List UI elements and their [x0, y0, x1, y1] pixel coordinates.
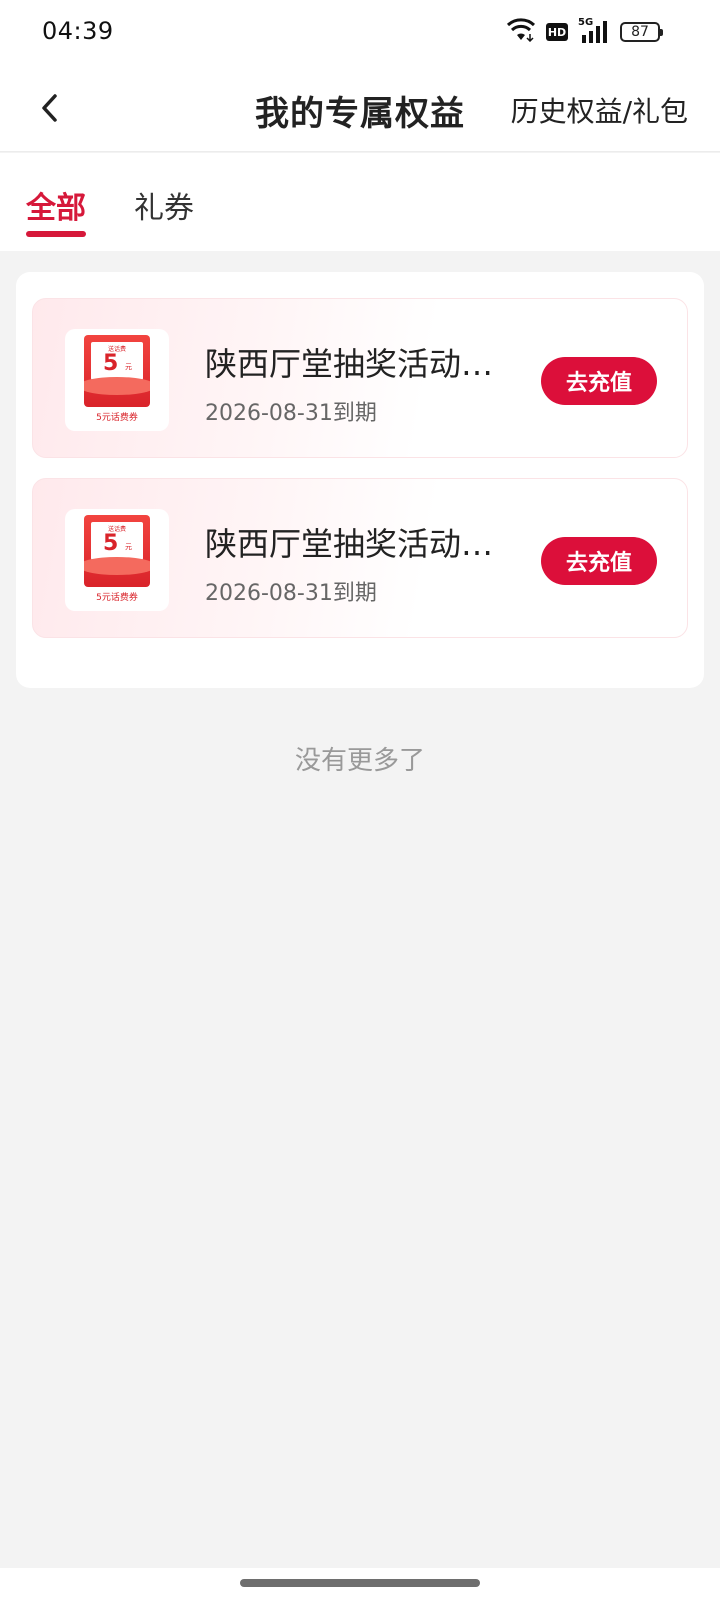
recharge-button[interactable]: 去充值	[541, 357, 657, 405]
thumb-unit: 元	[125, 363, 132, 371]
coupon-expiry: 2026-08-31到期	[205, 581, 377, 606]
signal-5g-icon: 5G	[578, 17, 610, 45]
coupon-thumbnail-panel: 送话费 5 元	[91, 522, 143, 560]
hd-icon: HD	[546, 23, 568, 41]
battery-icon: 87	[620, 22, 663, 42]
status-icons: HD 5G 87	[506, 17, 663, 46]
screen: 04:39 HD 5G 87 我的专属权益 历史权益/礼包 全部 礼券 送话费 …	[0, 0, 720, 1600]
thumb-unit: 元	[125, 543, 132, 551]
home-indicator[interactable]	[240, 1579, 480, 1587]
coupon-title: 陕西厅堂抽奖活动5元话费券	[205, 525, 505, 563]
end-of-list-text: 没有更多了	[294, 746, 425, 776]
coupon-list: 送话费 5 元 5元话费券 陕西厅堂抽奖活动5元话费券 2026-08-31到期…	[16, 272, 704, 688]
thumb-caption: 5元话费券	[96, 413, 138, 423]
tab-active-indicator	[26, 231, 86, 237]
thumb-wave-decoration	[84, 557, 150, 575]
coupon-thumbnail-panel: 送话费 5 元	[91, 342, 143, 380]
thumb-amount: 5	[103, 351, 119, 376]
history-benefits-link[interactable]: 历史权益/礼包	[511, 90, 688, 130]
tab-all[interactable]: 全部	[26, 183, 86, 227]
coupon-thumbnail: 送话费 5 元 5元话费券	[65, 509, 169, 611]
wifi-icon	[506, 18, 536, 46]
coupon-expiry: 2026-08-31到期	[205, 401, 377, 426]
coupon-thumbnail: 送话费 5 元 5元话费券	[65, 329, 169, 431]
coupon-thumbnail-frame: 送话费 5 元	[84, 335, 150, 407]
coupon-title: 陕西厅堂抽奖活动5元话费券	[205, 345, 505, 383]
status-bar: 04:39 HD 5G 87	[0, 0, 720, 64]
recharge-button[interactable]: 去充值	[541, 537, 657, 585]
coupon-item[interactable]: 送话费 5 元 5元话费券 陕西厅堂抽奖活动5元话费券 2026-08-31到期…	[32, 298, 688, 458]
status-time: 04:39	[42, 17, 114, 45]
thumb-amount: 5	[103, 531, 119, 556]
nav-bar: 我的专属权益 历史权益/礼包	[0, 64, 720, 152]
thumb-caption: 5元话费券	[96, 593, 138, 603]
tab-bar: 全部 礼券	[0, 153, 720, 251]
thumb-wave-decoration	[84, 377, 150, 395]
coupon-thumbnail-frame: 送话费 5 元	[84, 515, 150, 587]
tab-coupons[interactable]: 礼券	[134, 183, 194, 227]
coupon-item[interactable]: 送话费 5 元 5元话费券 陕西厅堂抽奖活动5元话费券 2026-08-31到期…	[32, 478, 688, 638]
